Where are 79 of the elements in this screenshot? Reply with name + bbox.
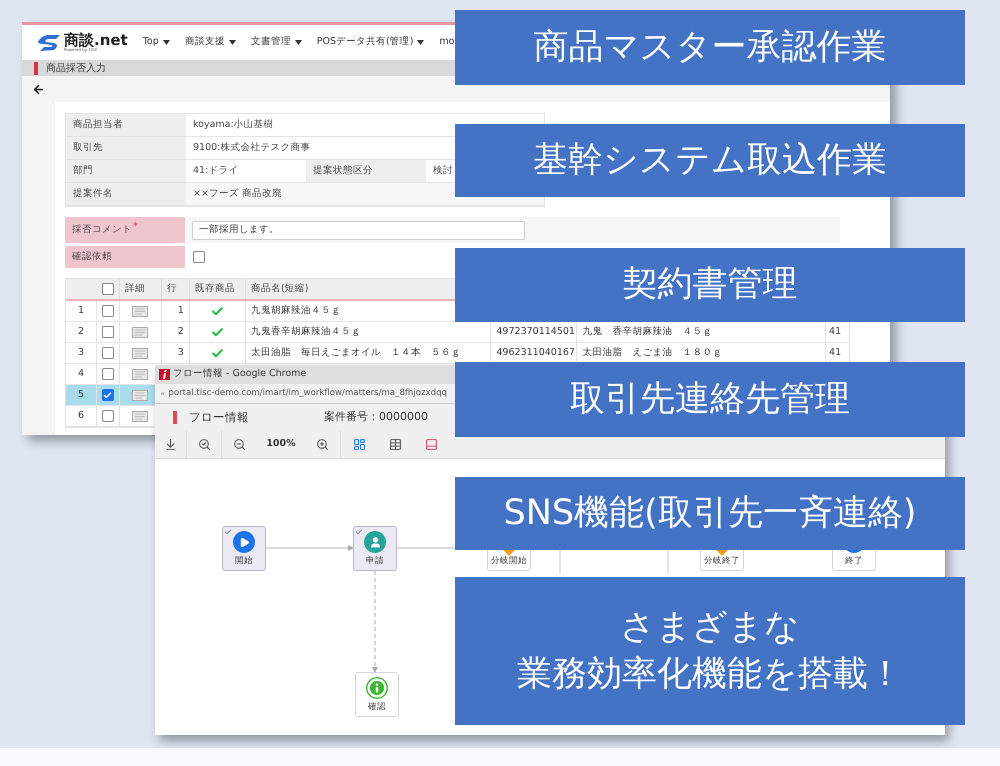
detail-icon[interactable] xyxy=(132,368,148,380)
table-cell-text: 41 xyxy=(829,346,842,360)
checkbox[interactable] xyxy=(102,389,114,401)
checkbox[interactable] xyxy=(102,326,114,338)
case-number: 案件番号：0000000 xyxy=(324,409,428,426)
nav-menu-item[interactable]: 商談支援 xyxy=(184,35,236,50)
banner-text: 業務効率化機能を搭載！ xyxy=(517,653,903,696)
table-cell-text: 太田油脂 毎日えごまオイル １４本 ５６ｇ xyxy=(250,346,461,360)
form-label: 提案状態区分 xyxy=(306,160,426,182)
node-label[interactable]: 開始 xyxy=(235,555,253,568)
marker-icon xyxy=(173,411,177,424)
marker-icon xyxy=(34,62,38,74)
checkbox[interactable] xyxy=(193,251,205,263)
table-cell-text: 太田油脂 えごま油 １８０ｇ xyxy=(582,346,722,360)
table-cell-text: 4962311040167 xyxy=(496,346,575,360)
browser-title: フロー情報 - Google Chrome xyxy=(173,367,306,382)
field-label: 採否コメント xyxy=(72,222,132,237)
zoom-in-icon[interactable] xyxy=(316,438,329,451)
table-cell-text: 九鬼 香辛胡麻辣油 ４５ｇ xyxy=(582,324,712,339)
nav-menu-item[interactable]: Top xyxy=(142,35,170,50)
column-header: 詳細 xyxy=(119,279,161,299)
checkbox[interactable] xyxy=(102,410,114,422)
page-heading: フロー情報 xyxy=(189,408,250,426)
checkbox[interactable] xyxy=(102,305,114,317)
banner-text: 取引先連絡先管理 xyxy=(570,378,850,421)
banner-text: 基幹システム取込作業 xyxy=(533,138,887,182)
detail-icon[interactable] xyxy=(132,326,148,338)
user-icon xyxy=(364,531,386,554)
url-text: portal.tisc-demo.com/imart/im_workflow/matters/ma_8fhjozxdqq xyxy=(168,387,447,400)
page-title: 商品採否入力 xyxy=(46,62,106,76)
banner-text: SNS機能(取引先一斉連絡) xyxy=(504,492,916,535)
detail-icon[interactable] xyxy=(132,390,148,400)
download-icon[interactable] xyxy=(164,438,177,451)
form-label: 商品担当者 xyxy=(66,114,186,136)
app-icon xyxy=(159,369,170,380)
table-icon[interactable] xyxy=(388,438,402,451)
banner-text: 商品マスター承認作業 xyxy=(534,26,886,69)
layout-icon[interactable] xyxy=(352,438,366,451)
back-button[interactable] xyxy=(32,82,45,96)
form-label: 部門 xyxy=(66,160,186,182)
detail-icon[interactable] xyxy=(132,410,148,422)
table-cell-text: 4972370114501 xyxy=(496,324,575,339)
table-cell-text: 2 xyxy=(178,324,184,339)
zoom-level: 100% xyxy=(265,437,297,452)
zoom-reset-icon[interactable] xyxy=(198,438,210,451)
form-value: koyama:小山基樹 xyxy=(192,118,275,132)
table-cell-text: 3 xyxy=(178,346,184,360)
checkbox[interactable] xyxy=(102,368,114,380)
zoom-out-icon[interactable] xyxy=(233,438,246,451)
form-value: 9100:株式会社テスク商事 xyxy=(192,140,312,155)
banner-text: 契約書管理 xyxy=(622,263,798,306)
checkbox[interactable] xyxy=(102,347,114,359)
form-value: 41:ドライ xyxy=(192,164,240,178)
nav-menu-item[interactable]: 文書管理 xyxy=(250,35,302,50)
banner-text: さまざまな xyxy=(620,606,800,649)
table-cell-text: 九鬼胡麻辣油４５ｇ xyxy=(250,304,341,318)
nav-menu-item[interactable]: mo xyxy=(439,35,454,50)
table-cell-text: 1 xyxy=(178,304,184,318)
nav-menu-item[interactable]: POSデータ共有(管理) xyxy=(316,35,424,50)
checkbox[interactable] xyxy=(102,283,114,295)
node-label[interactable]: 申請 xyxy=(366,555,384,568)
node-label[interactable]: 終了 xyxy=(845,555,863,568)
detail-icon[interactable] xyxy=(132,348,148,358)
detail-icon[interactable] xyxy=(132,306,148,316)
panel-icon[interactable] xyxy=(424,438,438,451)
required-mark: * xyxy=(133,220,138,234)
form-label: 提案件名 xyxy=(66,183,186,205)
form-label: 取引先 xyxy=(66,137,186,159)
play-icon xyxy=(233,531,255,554)
column-header: 既存商品 xyxy=(189,279,245,299)
node-label[interactable]: 確認 xyxy=(368,701,386,714)
form-label: 確認依頼 xyxy=(65,246,185,268)
info-icon xyxy=(366,677,388,700)
table-cell-text: 41 xyxy=(829,324,842,339)
form-value: 検討 xyxy=(432,164,454,178)
table-cell-text: 九鬼香辛胡麻辣油４５ｇ xyxy=(250,324,361,339)
logo-text: 商談.net xyxy=(64,33,128,48)
column-header: 行 xyxy=(161,279,189,299)
comment-field[interactable]: 一部採用します。 xyxy=(192,220,525,240)
